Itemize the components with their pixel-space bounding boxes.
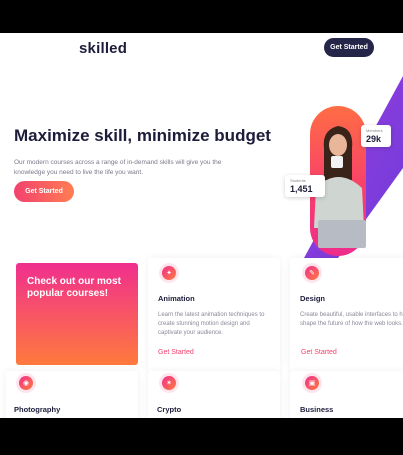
- course-card-design[interactable]: ✎ Design Create beautiful, usable interf…: [290, 258, 403, 373]
- course-card-business[interactable]: ▣ Business: [290, 371, 403, 418]
- course-card-photography[interactable]: ◉ Photography: [6, 371, 138, 418]
- hero-get-started-button[interactable]: Get Started: [14, 181, 74, 202]
- members-stat-label: Members: [366, 128, 383, 133]
- face: [329, 134, 347, 156]
- course-title-design: Design: [300, 294, 326, 303]
- animation-get-started-link[interactable]: Get Started: [158, 349, 194, 356]
- camera-icon: ◉: [16, 373, 36, 393]
- mug: [331, 156, 343, 168]
- hero-subtitle: Our modern courses across a range of in-…: [14, 159, 222, 176]
- popular-courses-text: Check out our most popular courses!: [27, 276, 121, 299]
- members-stat-card: Members 29k: [361, 125, 391, 147]
- hero-title: Maximize skill, minimize budget: [14, 126, 271, 145]
- crypto-icon: ✶: [159, 373, 179, 393]
- course-description-animation: Learn the latest animation techniques to…: [158, 312, 265, 336]
- design-icon: ✎: [302, 263, 322, 283]
- students-stat-value: 1,451: [290, 184, 313, 194]
- design-get-started-link[interactable]: Get Started: [301, 349, 337, 356]
- hero-illustration: Students 1,451 Members 29k: [282, 68, 403, 258]
- course-title-business: Business: [300, 405, 334, 414]
- course-card-animation[interactable]: ✦ Animation Learn the latest animation t…: [148, 258, 280, 373]
- course-title-crypto: Crypto: [157, 405, 182, 414]
- header-get-started-button[interactable]: Get Started: [324, 38, 374, 57]
- animation-icon: ✦: [159, 263, 179, 283]
- course-title-photography: Photography: [14, 405, 61, 414]
- popular-courses-card[interactable]: Check out our most popular courses!: [16, 263, 138, 365]
- briefcase-icon: ▣: [302, 373, 322, 393]
- page: skilled Get Started Maximize skill, mini…: [0, 33, 403, 418]
- course-title-animation: Animation: [158, 294, 195, 303]
- logo[interactable]: skilled: [79, 40, 127, 57]
- students-stat-card: Students 1,451: [285, 175, 325, 197]
- course-card-crypto[interactable]: ✶ Crypto: [148, 371, 280, 418]
- members-stat-value: 29k: [366, 134, 382, 144]
- course-description-design: Create beautiful, usable interfaces to h…: [300, 312, 403, 327]
- laptop: [318, 220, 366, 248]
- hero-graphic: [304, 76, 403, 258]
- students-stat-label: Students: [290, 178, 306, 183]
